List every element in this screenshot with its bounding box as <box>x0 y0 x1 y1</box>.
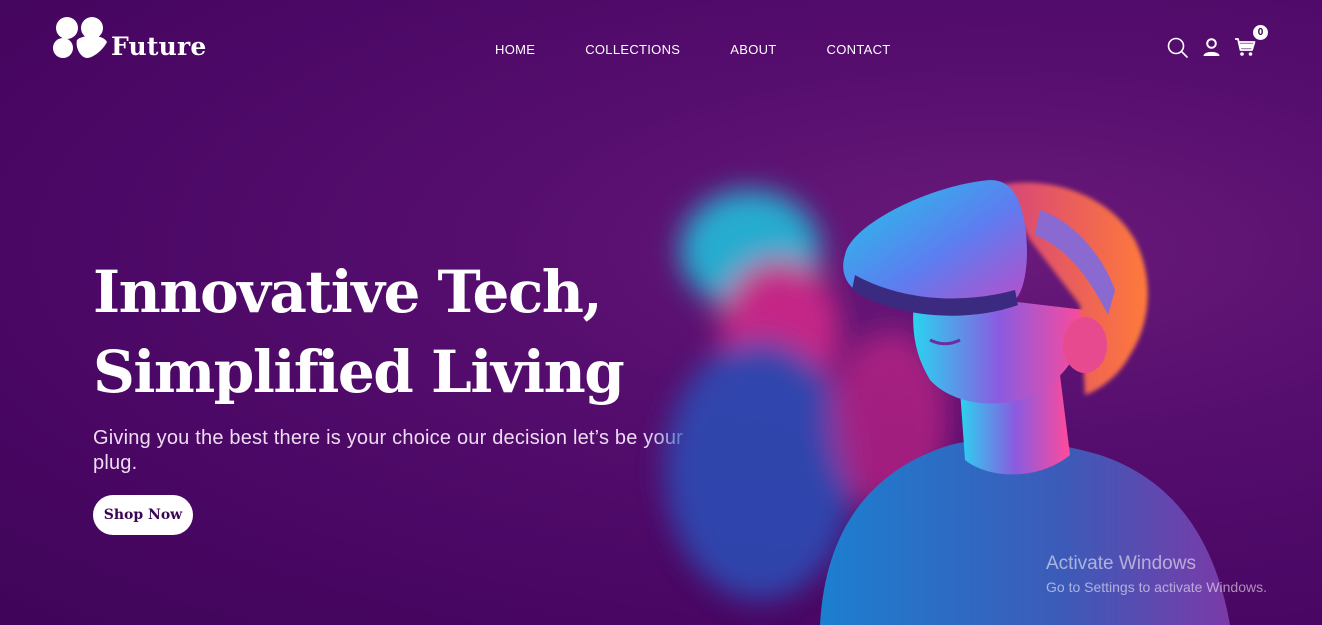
landing-page: Future HOME COLLECTIONS ABOUT CONTACT 0 … <box>0 0 1322 625</box>
hero-title: Innovative Tech, Simplified Living <box>93 252 625 412</box>
cart-icon <box>1235 38 1256 56</box>
nav-home[interactable]: HOME <box>495 42 535 58</box>
nav-about[interactable]: ABOUT <box>730 42 776 58</box>
cart-button[interactable]: 0 <box>1234 25 1268 58</box>
hero-title-line-1: Innovative Tech, <box>93 258 603 326</box>
main-nav: HOME COLLECTIONS ABOUT CONTACT <box>495 42 891 58</box>
nav-collections[interactable]: COLLECTIONS <box>585 42 680 58</box>
user-icon <box>1203 37 1219 56</box>
cart-count-badge: 0 <box>1253 25 1268 40</box>
search-icon <box>1167 37 1188 58</box>
activate-windows-watermark: Activate Windows Go to Settings to activ… <box>1046 553 1267 597</box>
header-actions: 0 <box>1166 25 1268 58</box>
watermark-line-1: Activate Windows <box>1046 553 1196 574</box>
shop-now-button[interactable]: Shop Now <box>93 495 193 535</box>
brand-name: Future <box>111 32 207 61</box>
brand-logo[interactable]: Future <box>53 16 207 60</box>
watermark-line-2: Go to Settings to activate Windows. <box>1046 579 1267 595</box>
clover-logo-icon <box>53 17 107 58</box>
nav-contact[interactable]: CONTACT <box>827 42 891 58</box>
search-button[interactable] <box>1166 36 1188 58</box>
hero-title-line-2: Simplified Living <box>93 338 625 406</box>
account-button[interactable] <box>1200 36 1222 58</box>
